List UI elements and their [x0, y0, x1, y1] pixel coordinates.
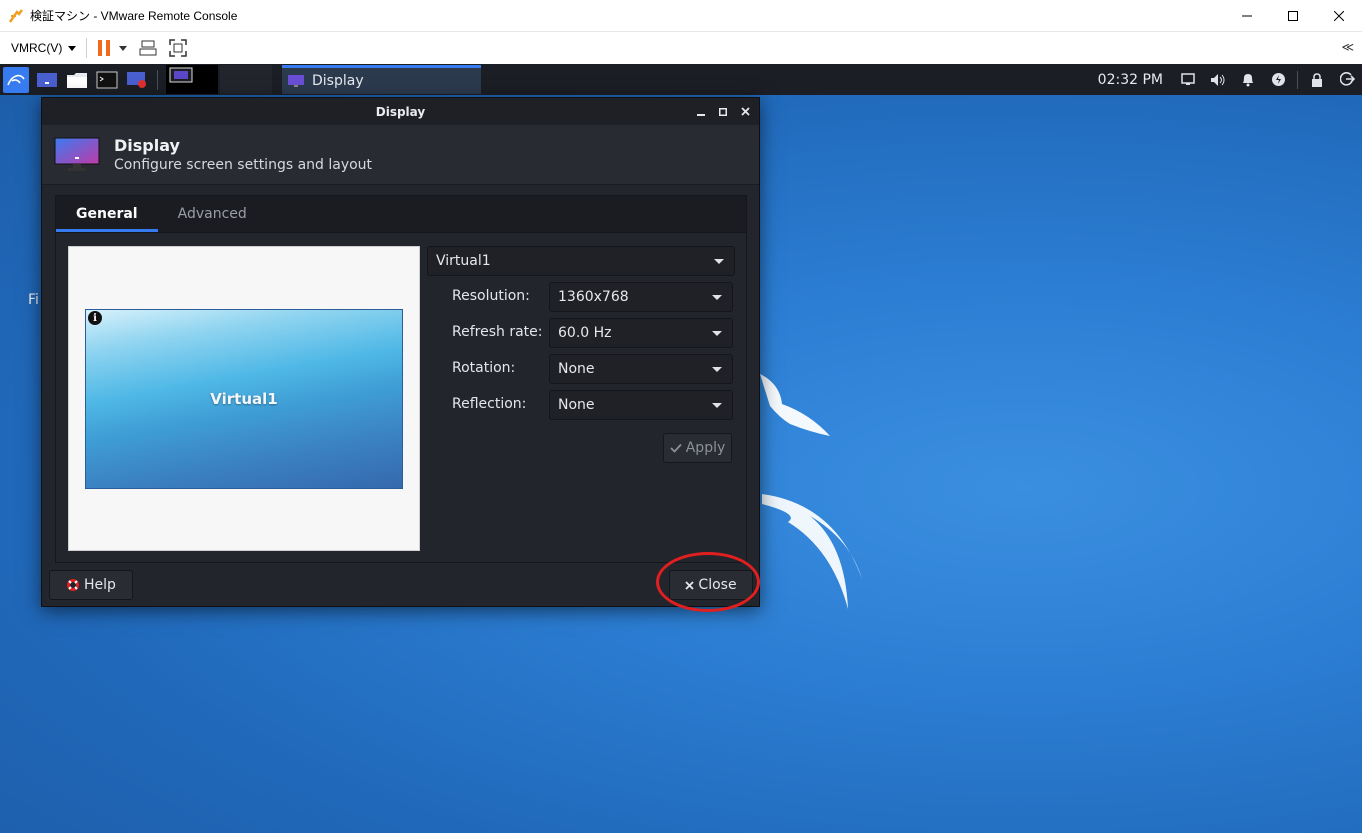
monitor-virtual1[interactable]: i Virtual1: [85, 309, 403, 489]
chevron-down-icon: [714, 259, 724, 264]
taskbar-display-window[interactable]: Display: [282, 65, 481, 94]
chevron-down-icon: [712, 331, 722, 336]
apply-button[interactable]: Apply: [663, 433, 732, 463]
kali-dragon-icon: [7, 74, 25, 85]
screen-recorder-launcher[interactable]: [125, 69, 149, 91]
workspace-2[interactable]: [220, 65, 272, 94]
power-manager-icon[interactable]: [1263, 64, 1293, 95]
dialog-header: Display Configure screen settings and la…: [42, 125, 759, 185]
panel-clock[interactable]: 02:32 PM: [1098, 72, 1163, 88]
screen-record-icon: [127, 71, 146, 88]
host-title-bar: 検証マシン - VMware Remote Console: [0, 0, 1362, 31]
host-toolbar: VMRC(V) ≪: [0, 31, 1362, 64]
kali-top-panel: Display 02:32 PM: [0, 64, 1362, 95]
dialog-maximize-button[interactable]: [717, 106, 729, 118]
fullscreen-icon: [169, 39, 188, 57]
display-settings-dialog: Display Display Configure screen setting…: [41, 97, 760, 607]
workspace-window-thumbnail: [169, 67, 193, 83]
terminal-icon: [96, 71, 118, 88]
tray-divider: [1297, 70, 1298, 89]
resolution-value: 1360x768: [558, 289, 629, 305]
send-ctrl-alt-del-button[interactable]: [139, 40, 157, 56]
kali-menu-button[interactable]: [3, 66, 29, 93]
desktop-icon: [37, 72, 57, 87]
apply-label: Apply: [685, 440, 726, 456]
monitor-label: Virtual1: [210, 390, 278, 408]
fullscreen-button[interactable]: [169, 39, 188, 57]
info-icon[interactable]: i: [88, 311, 102, 325]
output-select[interactable]: Virtual1: [427, 246, 735, 276]
toolbar-divider: [86, 38, 88, 58]
rotation-label: Rotation:: [452, 360, 516, 376]
network-devices-icon: [139, 40, 157, 56]
guest-desktop: Display 02:32 PM Fi Display Display Conf…: [0, 64, 1362, 833]
help-button[interactable]: Help: [49, 570, 133, 600]
workspace-1[interactable]: [166, 65, 218, 94]
dialog-minimize-button[interactable]: [695, 106, 707, 118]
rotation-select[interactable]: None: [549, 354, 733, 384]
tab-general[interactable]: General: [56, 196, 158, 232]
chevron-down-icon: [712, 295, 722, 300]
maximize-button[interactable]: [1270, 0, 1316, 31]
kali-wallpaper-dragon: [760, 374, 862, 609]
refresh-rate-label: Refresh rate:: [452, 324, 543, 340]
rotation-value: None: [558, 361, 595, 377]
taskbar-window-label: Display: [312, 73, 364, 89]
pause-button[interactable]: [97, 40, 128, 56]
settings-notebook: General Advanced i Virtual1 Virtual1 Res…: [55, 195, 747, 563]
vmware-app-icon: [8, 8, 24, 24]
dialog-titlebar[interactable]: Display: [42, 98, 759, 125]
resolution-select[interactable]: 1360x768: [549, 282, 733, 312]
folder-icon: [67, 72, 87, 88]
dialog-close-button[interactable]: [739, 106, 751, 118]
chevron-down-icon: [712, 367, 722, 372]
panel-tray: 02:32 PM: [1098, 64, 1362, 95]
show-desktop-launcher[interactable]: [35, 69, 59, 91]
lock-icon[interactable]: [1302, 64, 1332, 95]
file-manager-launcher[interactable]: [65, 69, 89, 91]
header-title: Display: [114, 136, 180, 155]
header-subtitle: Configure screen settings and layout: [114, 157, 373, 173]
display-monitor-icon: [54, 137, 100, 173]
display-settings-icon: [288, 75, 304, 87]
tab-bar: General Advanced: [56, 196, 746, 233]
dialog-title: Display: [375, 104, 426, 119]
chevron-down-icon: [68, 45, 77, 51]
notification-bell-icon[interactable]: [1233, 64, 1263, 95]
refresh-rate-select[interactable]: 60.0 Hz: [549, 318, 733, 348]
vmrc-menu-label: VMRC(V): [11, 41, 63, 55]
display-tray-icon[interactable]: [1173, 64, 1203, 95]
terminal-launcher[interactable]: [95, 69, 119, 91]
pause-icon: [98, 40, 111, 56]
checkmark-icon: [670, 443, 682, 453]
refresh-rate-value: 60.0 Hz: [558, 325, 612, 341]
desktop-icon-label[interactable]: Fi: [28, 292, 39, 308]
reflection-label: Reflection:: [452, 396, 527, 412]
chevron-down-icon: [712, 403, 722, 408]
panel-divider: [157, 69, 158, 90]
close-window-button[interactable]: [1316, 0, 1362, 31]
vmrc-menu[interactable]: VMRC(V): [11, 41, 77, 55]
tab-advanced[interactable]: Advanced: [158, 196, 267, 232]
highlight-annotation-ring: [656, 552, 760, 612]
reflection-select[interactable]: None: [549, 390, 733, 420]
help-lifebuoy-icon: [67, 579, 80, 591]
collapse-toolbar-button[interactable]: ≪: [1341, 40, 1354, 54]
host-window-title: 検証マシン - VMware Remote Console: [30, 9, 238, 23]
logout-icon[interactable]: [1332, 64, 1362, 95]
resolution-label: Resolution:: [452, 288, 530, 304]
chevron-down-icon: [119, 45, 128, 51]
volume-icon[interactable]: [1203, 64, 1233, 95]
reflection-value: None: [558, 397, 595, 413]
output-select-value: Virtual1: [436, 253, 491, 269]
display-layout-preview: i Virtual1: [68, 246, 420, 551]
help-label: Help: [84, 577, 116, 593]
minimize-button[interactable]: [1224, 0, 1270, 31]
